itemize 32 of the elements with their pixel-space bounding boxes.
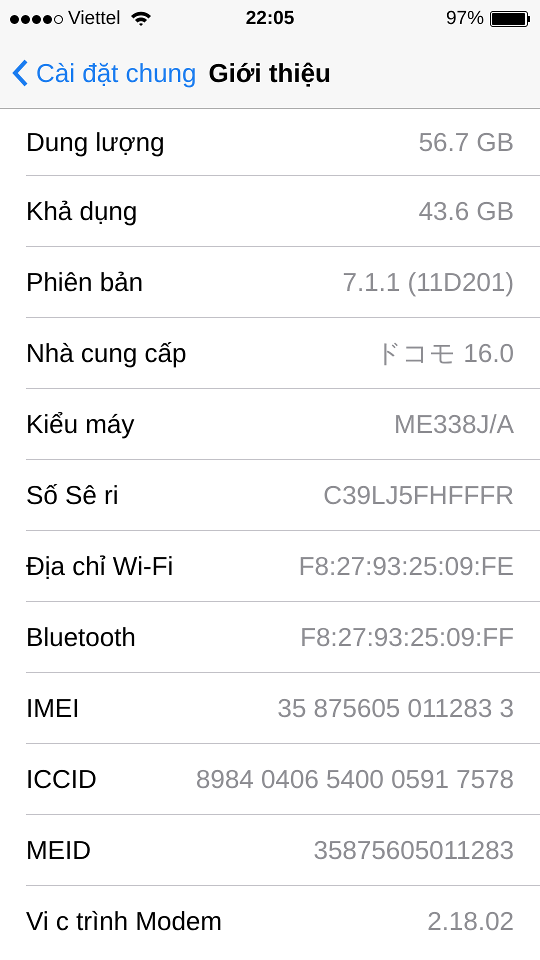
row-value: ME338J/A <box>394 408 514 440</box>
row-label: Vi c trình Modem <box>26 904 222 938</box>
row-label: Số Sê ri <box>26 478 118 512</box>
row-label: Địa chỉ Wi-Fi <box>26 550 174 582</box>
row-value: ドコモ 16.0 <box>375 336 514 370</box>
battery-percent: 97% <box>446 6 484 31</box>
row-value: 35875605011283 <box>313 834 514 866</box>
carrier-name: Viettel <box>68 6 120 31</box>
back-button[interactable]: Cài đặt chung <box>12 54 196 92</box>
row-value: F8:27:93:25:09:FF <box>300 620 514 654</box>
row-value: 56.7 GB <box>418 126 514 158</box>
chevron-left-icon <box>12 59 28 87</box>
row-label: Nhà cung cấp <box>26 336 186 370</box>
row-label: IMEI <box>26 692 80 724</box>
wifi-icon <box>130 11 152 27</box>
row-label: Phiên bản <box>26 266 144 298</box>
row-value: C39LJ5FHFFFR <box>323 478 514 512</box>
row-label: ICCID <box>26 762 97 796</box>
row-label: Bluetooth <box>26 620 136 654</box>
row-label: Kiểu máy <box>26 408 134 440</box>
row-label: Dung lượng <box>26 126 165 158</box>
battery-icon <box>490 11 530 27</box>
row-value: 2.18.02 <box>427 904 514 938</box>
page-title: Giới thiệu <box>208 56 331 90</box>
row-value: 43.6 GB <box>418 194 514 228</box>
row-value: F8:27:93:25:09:FE <box>298 550 514 582</box>
row-value: 35 875605 011283 3 <box>277 692 514 724</box>
row-label: Khả dụng <box>26 194 138 228</box>
row-value: 7.1.1 (11D201) <box>342 266 514 298</box>
row-label: MEID <box>26 834 91 866</box>
row-value: 8984 0406 5400 0591 7578 <box>196 762 514 796</box>
clock: 22:05 <box>246 6 294 31</box>
